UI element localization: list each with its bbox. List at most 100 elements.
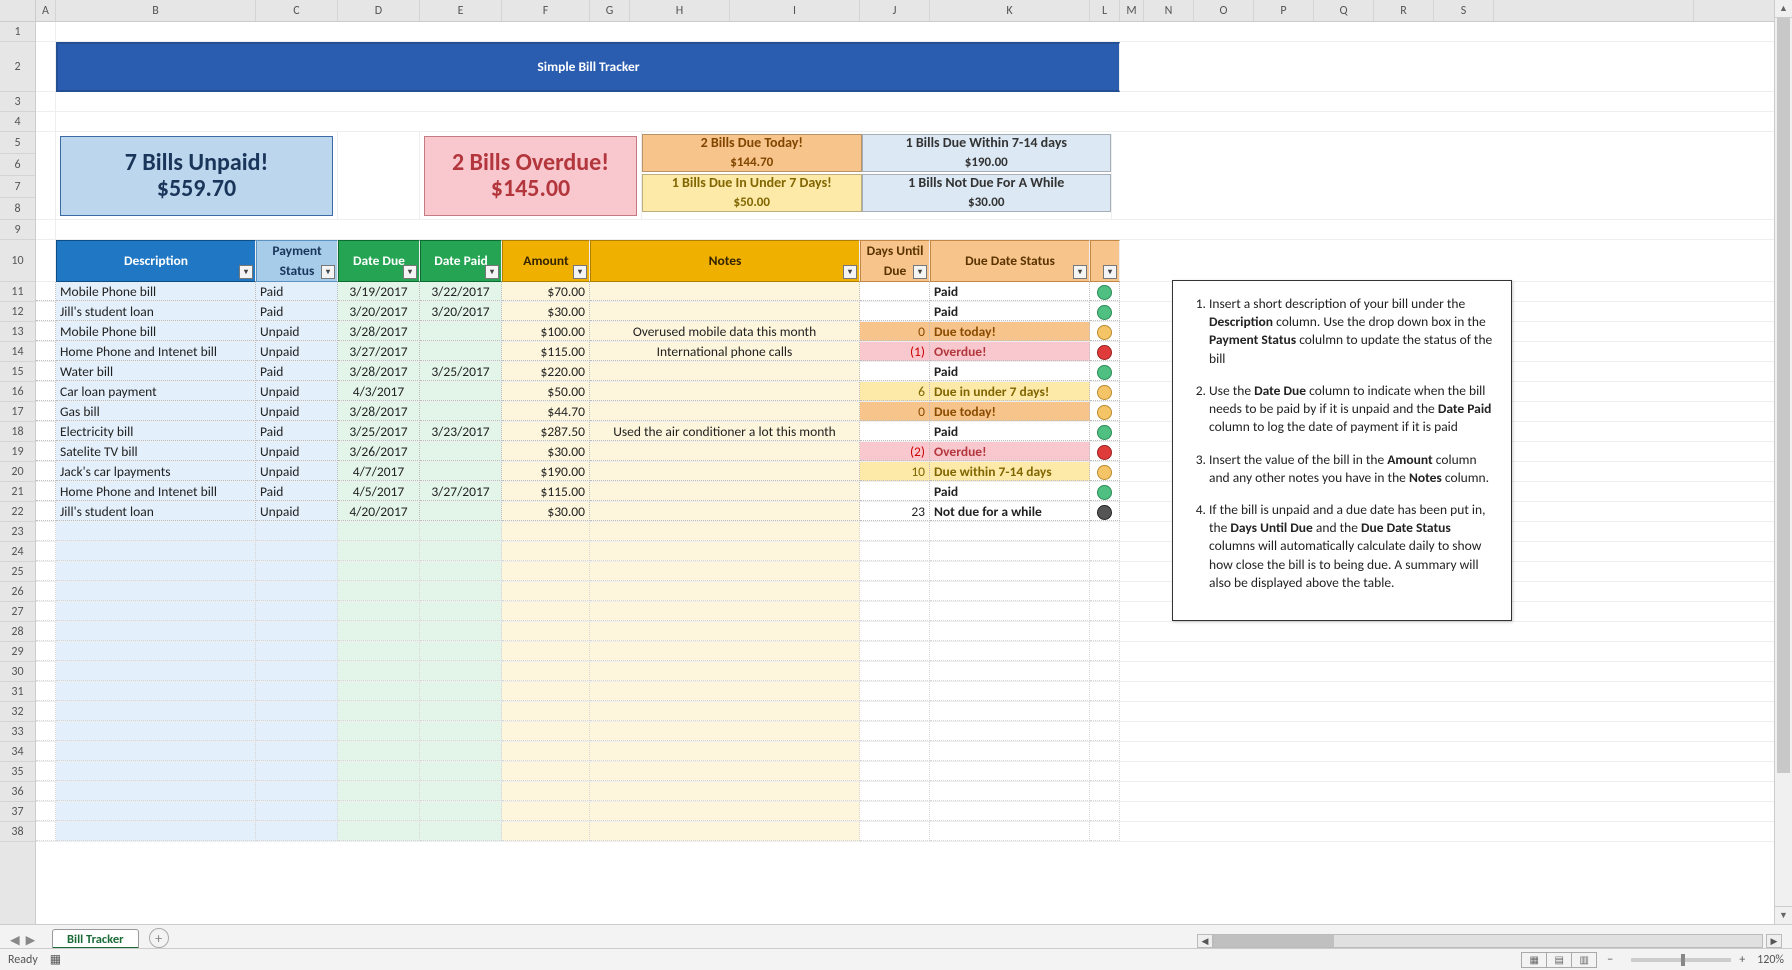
select-all-corner[interactable] bbox=[0, 0, 35, 22]
row-header-28[interactable]: 28 bbox=[0, 622, 35, 642]
scroll-thumb[interactable] bbox=[1214, 935, 1334, 947]
row-header-34[interactable]: 34 bbox=[0, 742, 35, 762]
column-header-I[interactable]: I bbox=[730, 0, 860, 21]
cell-status[interactable]: Unpaid bbox=[256, 382, 338, 401]
cell-status[interactable]: Unpaid bbox=[256, 322, 338, 341]
row-header-18[interactable]: 18 bbox=[0, 422, 35, 442]
column-header-D[interactable]: D bbox=[338, 0, 420, 21]
cell-amount[interactable]: $115.00 bbox=[502, 342, 590, 361]
row-header-3[interactable]: 3 bbox=[0, 92, 35, 112]
cell-due-date-status[interactable]: Overdue! bbox=[930, 342, 1090, 361]
cell-amount[interactable]: $115.00 bbox=[502, 482, 590, 501]
cell-days-until-due[interactable]: 0 bbox=[860, 402, 930, 421]
cell-description[interactable]: Satelite TV bill bbox=[56, 442, 256, 461]
cell-date-due[interactable]: 4/7/2017 bbox=[338, 462, 420, 481]
table-row[interactable] bbox=[36, 642, 1774, 662]
zoom-out-button[interactable]: − bbox=[1607, 953, 1613, 967]
col-header-description[interactable]: Description ▾ bbox=[56, 240, 256, 282]
cell-description[interactable]: Home Phone and Intenet bill bbox=[56, 482, 256, 501]
row-header-5[interactable]: 5 bbox=[0, 132, 35, 154]
cell-amount[interactable]: $190.00 bbox=[502, 462, 590, 481]
column-header-N[interactable]: N bbox=[1144, 0, 1194, 21]
cell-description[interactable]: Water bill bbox=[56, 362, 256, 381]
table-row[interactable] bbox=[36, 542, 1774, 562]
cell-amount[interactable]: $30.00 bbox=[502, 502, 590, 521]
column-header-S[interactable]: S bbox=[1434, 0, 1494, 21]
cell-status[interactable]: Unpaid bbox=[256, 502, 338, 521]
column-header-R[interactable]: R bbox=[1374, 0, 1434, 21]
cell-date-due[interactable]: 3/28/2017 bbox=[338, 362, 420, 381]
filter-icon[interactable]: ▾ bbox=[239, 265, 253, 279]
cell-due-date-status[interactable]: Paid bbox=[930, 422, 1090, 441]
cell-amount[interactable]: $287.50 bbox=[502, 422, 590, 441]
cell-date-paid[interactable] bbox=[420, 382, 502, 401]
cell-date-paid[interactable]: 3/27/2017 bbox=[420, 482, 502, 501]
cell-due-date-status[interactable]: Paid bbox=[930, 482, 1090, 501]
scroll-thumb[interactable] bbox=[1777, 18, 1790, 773]
cell-date-due[interactable]: 3/25/2017 bbox=[338, 422, 420, 441]
filter-icon[interactable]: ▾ bbox=[1073, 265, 1087, 279]
cell-date-paid[interactable]: 3/25/2017 bbox=[420, 362, 502, 381]
row-header-35[interactable]: 35 bbox=[0, 762, 35, 782]
cell-description[interactable]: Home Phone and Intenet bill bbox=[56, 342, 256, 361]
row-header-8[interactable]: 8 bbox=[0, 198, 35, 220]
cell-due-date-status[interactable]: Overdue! bbox=[930, 442, 1090, 461]
row-header-36[interactable]: 36 bbox=[0, 782, 35, 802]
cell-due-date-status[interactable]: Due in under 7 days! bbox=[930, 382, 1090, 401]
table-row[interactable]: Jill's student loan Paid 3/20/2017 3/20/… bbox=[36, 302, 1774, 322]
table-row[interactable]: Mobile Phone bill Paid 3/19/2017 3/22/20… bbox=[36, 282, 1774, 302]
cell-due-date-status[interactable]: Due today! bbox=[930, 402, 1090, 421]
column-header-M[interactable]: M bbox=[1120, 0, 1144, 21]
cell-date-paid[interactable] bbox=[420, 402, 502, 421]
view-page-break-button[interactable]: ▥ bbox=[1571, 952, 1597, 968]
horizontal-scrollbar[interactable]: ◀ ▶ bbox=[169, 934, 1792, 948]
row-header-11[interactable]: 11 bbox=[0, 282, 35, 302]
table-row[interactable] bbox=[36, 562, 1774, 582]
cell-notes[interactable]: Overused mobile data this month bbox=[590, 322, 860, 341]
column-header-H[interactable]: H bbox=[630, 0, 730, 21]
row-header-26[interactable]: 26 bbox=[0, 582, 35, 602]
cell-status[interactable]: Unpaid bbox=[256, 462, 338, 481]
cell-days-until-due[interactable] bbox=[860, 362, 930, 381]
cell-status[interactable]: Paid bbox=[256, 302, 338, 321]
sheet-tab-active[interactable]: Bill Tracker bbox=[52, 929, 139, 949]
cell-date-due[interactable]: 4/5/2017 bbox=[338, 482, 420, 501]
column-header-Q[interactable]: Q bbox=[1314, 0, 1374, 21]
col-header-days-until-due[interactable]: Days Until Due ▾ bbox=[860, 240, 930, 282]
cell-days-until-due[interactable]: 0 bbox=[860, 322, 930, 341]
cell-status[interactable]: Paid bbox=[256, 362, 338, 381]
table-row[interactable] bbox=[36, 762, 1774, 782]
col-header-date-due[interactable]: Date Due ▾ bbox=[338, 240, 420, 282]
col-header-amount[interactable]: Amount ▾ bbox=[502, 240, 590, 282]
zoom-level[interactable]: 120% bbox=[1757, 953, 1784, 967]
zoom-in-button[interactable]: + bbox=[1739, 953, 1745, 967]
filter-icon[interactable]: ▾ bbox=[321, 265, 335, 279]
table-row[interactable]: Home Phone and Intenet bill Unpaid 3/27/… bbox=[36, 342, 1774, 362]
filter-icon[interactable]: ▾ bbox=[913, 265, 927, 279]
cell-days-until-due[interactable] bbox=[860, 482, 930, 501]
cell-date-due[interactable]: 3/20/2017 bbox=[338, 302, 420, 321]
cell-days-until-due[interactable]: (2) bbox=[860, 442, 930, 461]
view-normal-button[interactable]: ▦ bbox=[1521, 952, 1547, 968]
cell-notes[interactable] bbox=[590, 482, 860, 501]
table-row[interactable]: Mobile Phone bill Unpaid 3/28/2017 $100.… bbox=[36, 322, 1774, 342]
column-header-E[interactable]: E bbox=[420, 0, 502, 21]
row-header-25[interactable]: 25 bbox=[0, 562, 35, 582]
row-header-19[interactable]: 19 bbox=[0, 442, 35, 462]
cell-amount[interactable]: $30.00 bbox=[502, 302, 590, 321]
table-row[interactable] bbox=[36, 622, 1774, 642]
row-header-27[interactable]: 27 bbox=[0, 602, 35, 622]
row-header-30[interactable]: 30 bbox=[0, 662, 35, 682]
row-header-14[interactable]: 14 bbox=[0, 342, 35, 362]
filter-icon[interactable]: ▾ bbox=[843, 265, 857, 279]
col-header-due-date-status[interactable]: Due Date Status ▾ bbox=[930, 240, 1090, 282]
cell-description[interactable]: Electricity bill bbox=[56, 422, 256, 441]
cell-date-paid[interactable]: 3/22/2017 bbox=[420, 282, 502, 301]
cell-due-date-status[interactable]: Due within 7-14 days bbox=[930, 462, 1090, 481]
column-header-K[interactable]: K bbox=[930, 0, 1090, 21]
cell-notes[interactable]: Used the air conditioner a lot this mont… bbox=[590, 422, 860, 441]
table-row[interactable]: Home Phone and Intenet bill Paid 4/5/201… bbox=[36, 482, 1774, 502]
cell-date-due[interactable]: 3/28/2017 bbox=[338, 402, 420, 421]
cell-date-paid[interactable] bbox=[420, 442, 502, 461]
filter-icon[interactable]: ▾ bbox=[1103, 265, 1117, 279]
